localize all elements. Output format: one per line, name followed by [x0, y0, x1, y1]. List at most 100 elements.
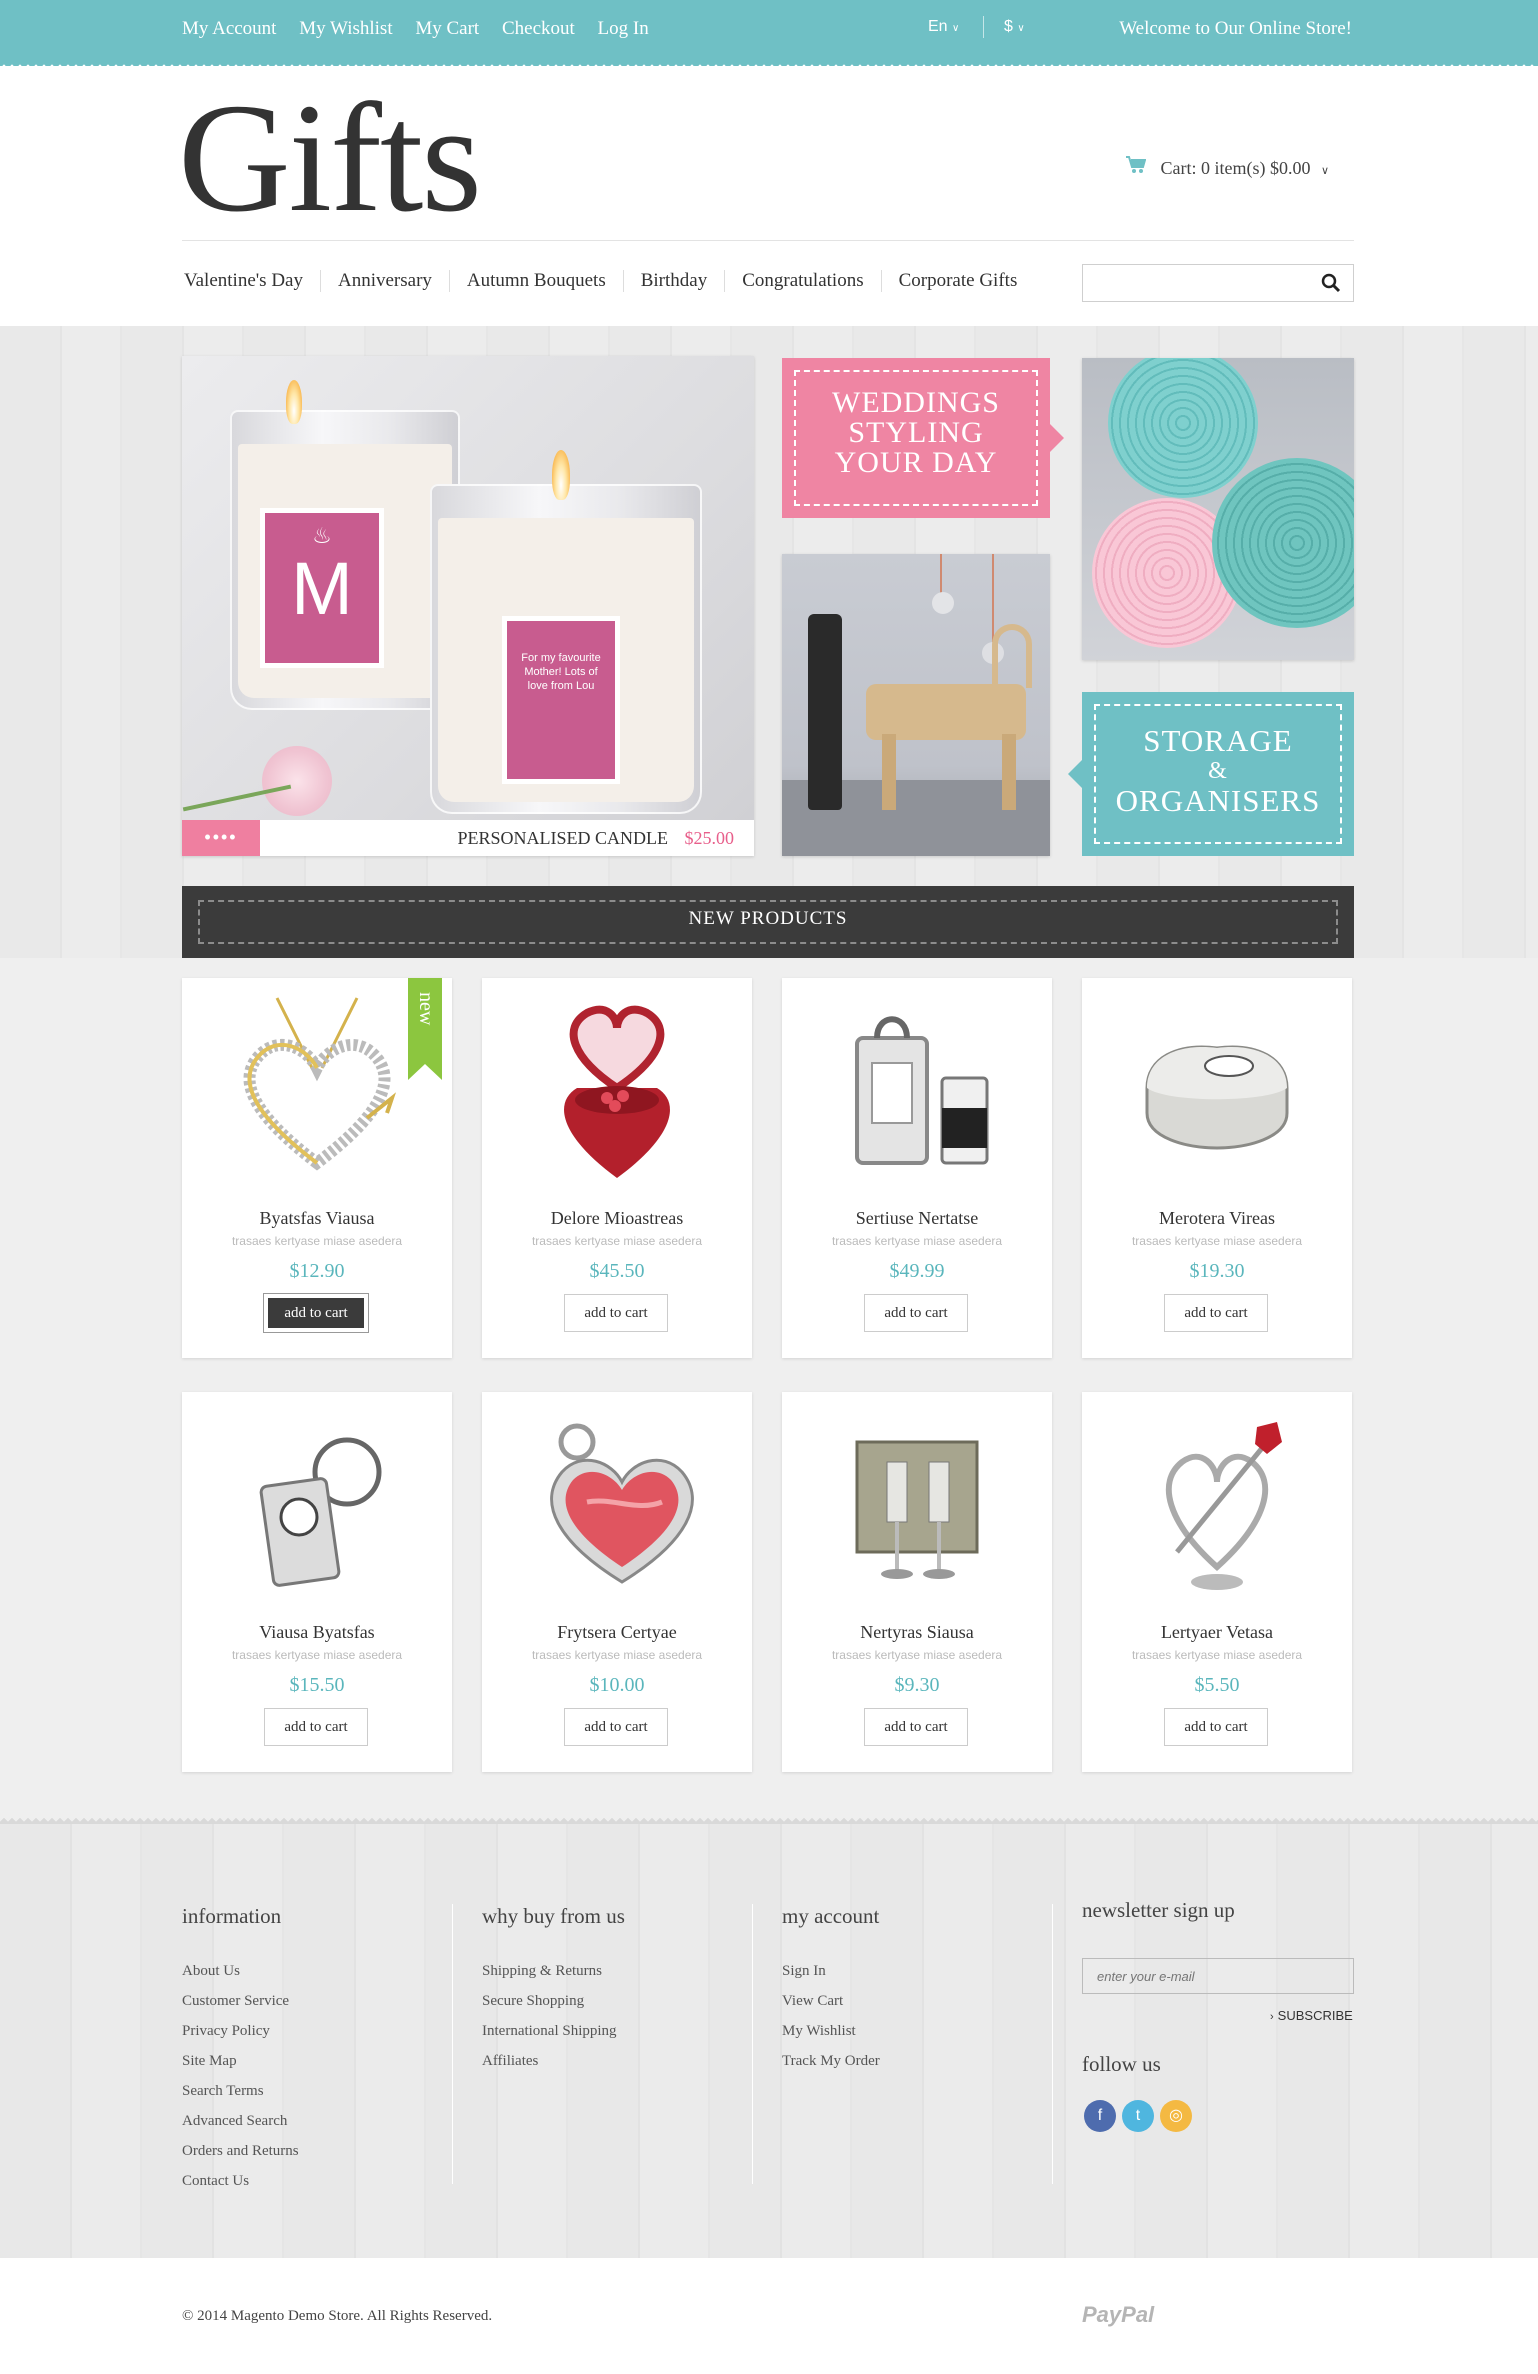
subscribe-button[interactable]: › SUBSCRIBE [1270, 2008, 1353, 2023]
footer-link[interactable]: Site Map [182, 2053, 299, 2070]
link-log-in[interactable]: Log In [598, 18, 649, 39]
product-card[interactable]: Lertyaer Vetasa trasaes kertyase miase a… [1082, 1392, 1352, 1772]
add-to-cart-button[interactable]: add to cart [1164, 1708, 1268, 1746]
wooden-deer-antlers [992, 624, 1032, 688]
footer-link[interactable]: Secure Shopping [482, 1993, 625, 2010]
footer-newsletter: newsletter sign up [1082, 1898, 1235, 1957]
product-name[interactable]: Lertyaer Vetasa [1082, 1622, 1352, 1643]
product-card[interactable]: Merotera Vireas trasaes kertyase miase a… [1082, 978, 1352, 1358]
product-name[interactable]: Byatsfas Viausa [182, 1208, 452, 1229]
divider [983, 16, 984, 38]
product-price: $10.00 [589, 1674, 645, 1696]
footer-link[interactable]: My Wishlist [782, 2023, 880, 2040]
nav-item-valentines-day[interactable]: Valentine's Day [182, 270, 320, 292]
footer-link[interactable]: Shipping & Returns [482, 1963, 625, 1980]
logo[interactable]: Gifts [178, 80, 482, 236]
banner-storage[interactable]: STORAGE & ORGANISERS [1068, 692, 1354, 856]
link-my-cart[interactable]: My Cart [415, 18, 479, 39]
zigzag-edge [0, 2258, 1538, 2266]
product-price: $19.30 [1189, 1260, 1245, 1282]
search-input[interactable] [1083, 265, 1303, 301]
nav-item-birthday[interactable]: Birthday [622, 270, 725, 292]
add-to-cart-button[interactable]: add to cart [564, 1294, 668, 1332]
product-card[interactable]: Viausa Byatsfas trasaes kertyase miase a… [182, 1392, 452, 1772]
twitter-glyph: t [1135, 2107, 1141, 2124]
link-my-account[interactable]: My Account [182, 18, 276, 39]
product-name[interactable]: Merotera Vireas [1082, 1208, 1352, 1229]
product-description: trasaes kertyase miase asedera [831, 1648, 1003, 1662]
product-card[interactable]: Frytsera Certyae trasaes kertyase miase … [482, 1392, 752, 1772]
add-to-cart-button[interactable]: add to cart [864, 1708, 968, 1746]
footer-link[interactable]: Track My Order [782, 2053, 880, 2070]
twitter-icon[interactable]: t [1122, 2100, 1154, 2132]
nav-item-autumn-bouquets[interactable]: Autumn Bouquets [448, 270, 623, 292]
product-card[interactable]: Nertyras Siausa trasaes kertyase miase a… [782, 1392, 1052, 1772]
cart-icon [1126, 156, 1151, 178]
product-card[interactable]: Delore Mioastreas trasaes kertyase miase… [482, 978, 752, 1358]
paper-balls-banner[interactable] [1082, 358, 1354, 660]
deer-wine-holder-banner[interactable] [782, 554, 1050, 856]
add-to-cart-button[interactable]: add to cart [264, 1708, 368, 1746]
nav-item-congratulations[interactable]: Congratulations [724, 270, 880, 292]
facebook-icon[interactable]: f [1084, 2100, 1116, 2132]
banner-weddings[interactable]: WEDDINGS STYLING YOUR DAY [782, 358, 1064, 518]
newsletter-email-input[interactable] [1082, 1958, 1354, 1994]
language-selector[interactable]: En ∨ [928, 18, 959, 36]
product-card[interactable]: Sertiuse Nertatse trasaes kertyase miase… [782, 978, 1052, 1358]
product-description: trasaes kertyase miase asedera [531, 1234, 703, 1248]
slider-caption-title: PERSONALISED CANDLE [457, 828, 668, 848]
new-badge-label: new [415, 992, 437, 1026]
footer-link[interactable]: About Us [182, 1963, 299, 1980]
clock-icon [817, 988, 1017, 1188]
product-description: trasaes kertyase miase asedera [231, 1234, 403, 1248]
product-name[interactable]: Frytsera Certyae [482, 1622, 752, 1643]
language-value: En [928, 18, 948, 35]
search-icon[interactable] [1321, 273, 1341, 293]
product-name[interactable]: Delore Mioastreas [482, 1208, 752, 1229]
link-checkout[interactable]: Checkout [502, 18, 575, 39]
zigzag-edge [0, 1816, 1538, 1824]
product-card[interactable]: new Byatsfas Viausa trasaes kertyase mia… [182, 978, 452, 1358]
banner-storage-line: STORAGE [1143, 723, 1293, 758]
footer-link[interactable]: Sign In [782, 1963, 880, 1980]
product-name[interactable]: Viausa Byatsfas [182, 1622, 452, 1643]
bottom-bar: © 2014 Magento Demo Store. All Rights Re… [0, 2258, 1538, 2374]
footer-link[interactable]: Customer Service [182, 1993, 299, 2010]
footer-link[interactable]: Advanced Search [182, 2113, 299, 2130]
ornament-image [940, 554, 942, 594]
heart-box-icon [517, 988, 717, 1188]
copyright: © 2014 Magento Demo Store. All Rights Re… [182, 2308, 493, 2324]
add-to-cart-button[interactable]: add to cart [864, 1294, 968, 1332]
add-to-cart-button[interactable]: add to cart [263, 1293, 369, 1333]
add-to-cart-button[interactable]: add to cart [1164, 1294, 1268, 1332]
cart-dropdown[interactable]: Cart: 0 item(s) $0.00 ∨ [1126, 156, 1329, 179]
nav-item-corporate-gifts[interactable]: Corporate Gifts [880, 270, 1035, 292]
nav-item-anniversary[interactable]: Anniversary [319, 270, 449, 292]
currency-selector[interactable]: $ ∨ [1004, 18, 1025, 36]
wine-bottle-image [808, 614, 842, 810]
wooden-deer-leg [1002, 734, 1016, 810]
hero-slider[interactable]: ♨ M For my favourite Mother! Lots of lov… [182, 356, 754, 856]
footer-link[interactable]: Orders and Returns [182, 2143, 299, 2160]
product-price: $12.90 [289, 1260, 345, 1282]
link-my-wishlist[interactable]: My Wishlist [299, 18, 392, 39]
footer-divider [1052, 1904, 1053, 2184]
footer-heading: information [182, 1904, 282, 1928]
candle-small-image: For my favourite Mother! Lots of love fr… [430, 484, 702, 814]
footer-link[interactable]: Affiliates [482, 2053, 625, 2070]
rss-icon[interactable]: ◎ [1160, 2100, 1192, 2132]
flame-icon [552, 450, 570, 500]
banner-weddings-line: YOUR DAY [834, 446, 998, 479]
product-name[interactable]: Sertiuse Nertatse [782, 1208, 1052, 1229]
product-description: trasaes kertyase miase asedera [831, 1234, 1003, 1248]
add-to-cart-button[interactable]: add to cart [564, 1708, 668, 1746]
slider-pager-dots[interactable]: •••• [182, 820, 260, 856]
footer-link[interactable]: View Cart [782, 1993, 880, 2010]
slider-caption-price: $25.00 [684, 828, 735, 848]
footer-link[interactable]: Privacy Policy [182, 2023, 299, 2040]
trinket-box-icon [1117, 988, 1317, 1188]
footer-link[interactable]: Search Terms [182, 2083, 299, 2100]
footer-link[interactable]: Contact Us [182, 2173, 299, 2190]
footer-link[interactable]: International Shipping [482, 2023, 625, 2040]
product-name[interactable]: Nertyras Siausa [782, 1622, 1052, 1643]
